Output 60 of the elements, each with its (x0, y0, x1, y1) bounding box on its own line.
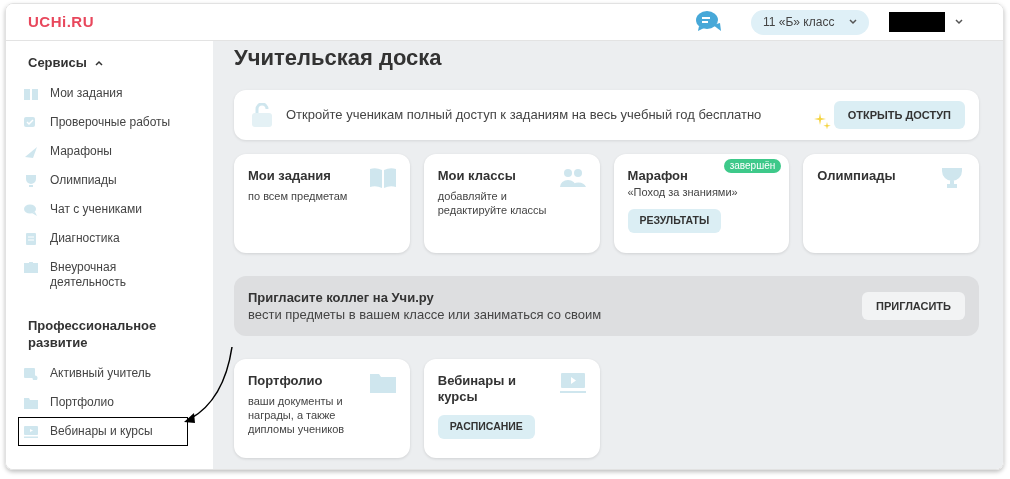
card[interactable]: завершён Марафон «Поход за знаниями» РЕЗУЛЬТАТЫ (613, 154, 790, 253)
sidebar-item[interactable]: Портфолио (18, 388, 188, 417)
sidebar-item-icon (24, 426, 38, 438)
sidebar-item-icon (24, 146, 38, 158)
sidebar-item[interactable]: Внеурочная деятельность (18, 253, 188, 297)
page-title: Учительская доска (234, 44, 443, 72)
video-icon (559, 373, 586, 393)
invite-button[interactable]: ПРИГЛАСИТЬ (862, 292, 965, 320)
card-title: Мои классы (437, 168, 517, 184)
trophy-icon (939, 168, 965, 188)
section-title: Профессиональное развитие (28, 317, 158, 351)
class-selector[interactable]: 11 «Б» класс (751, 9, 869, 35)
open-access-button[interactable]: ОТКРЫТЬ ДОСТУП (833, 101, 965, 129)
sidebar-item-icon (24, 368, 38, 380)
card-button[interactable]: РЕЗУЛЬТАТЫ (627, 209, 722, 233)
card-subtitle: «Поход за знаниями» (627, 185, 739, 199)
chevron-up-icon[interactable] (94, 59, 103, 66)
sidebar-item[interactable]: Диагностика (18, 224, 188, 253)
sidebar-item-icon (24, 397, 38, 409)
card[interactable]: Портфолио ваши документы и награды, а также дипломы учеников (234, 359, 410, 458)
promo-text: Откройте ученикам полный доступ к заданиям на весь учебный год бесплатно (286, 106, 762, 125)
sidebar-item[interactable]: Проверочные работы (18, 108, 188, 137)
sidebar-item[interactable]: Активный учитель (18, 359, 188, 388)
card-subtitle: ваши документы и награды, а также дипломы учеников (248, 394, 346, 436)
sidebar-item-icon (24, 233, 38, 245)
sidebar-item[interactable]: Марафоны (18, 137, 188, 166)
card-title: Вебинары и курсы (437, 373, 517, 405)
logo[interactable]: UCHi.RU (28, 10, 94, 34)
card-title: Олимпиады (817, 168, 897, 184)
card[interactable]: Олимпиады (803, 154, 979, 253)
card-subtitle: добавляйте и редактируйте классы (437, 189, 548, 217)
folder-icon (369, 373, 396, 393)
chat-icon[interactable] (695, 10, 723, 34)
sidebar-item[interactable]: Мои задания (18, 79, 188, 108)
chevron-down-icon[interactable] (955, 19, 963, 25)
sidebar-item-icon (24, 204, 38, 216)
card[interactable]: Вебинары и курсы РАСПИСАНИЕ (423, 359, 600, 458)
sidebar-item[interactable]: Олимпиады (18, 166, 188, 195)
sidebar-item-icon (24, 175, 38, 187)
sidebar-item-icon (24, 117, 38, 129)
people-icon (559, 168, 586, 188)
section-title: Сервисы (28, 54, 87, 71)
invite-title: Пригласите коллег на Учи.ру (248, 289, 435, 306)
card-button[interactable]: РАСПИСАНИЕ (437, 415, 535, 439)
chevron-down-icon (849, 19, 857, 25)
redacted-block (889, 12, 945, 32)
status-badge: завершён (723, 159, 782, 173)
sidebar-item[interactable]: Чат с учениками (18, 195, 188, 224)
card-title: Портфолио (248, 373, 324, 389)
lock-icon (252, 103, 272, 127)
book-icon (369, 168, 396, 188)
sidebar-item-icon (24, 88, 38, 100)
card-title: Мои задания (248, 168, 332, 184)
sidebar-item-icon (24, 262, 38, 274)
card-title: Марафон (627, 168, 689, 184)
sidebar-item[interactable]: Вебинары и курсы (18, 417, 188, 446)
card[interactable]: Мои задания по всем предметам (234, 154, 410, 253)
card-subtitle: по всем предметам (248, 189, 349, 203)
card[interactable]: Мои классы добавляйте и редактируйте классы (423, 154, 600, 253)
invite-text: вести предметы в вашем классе или заниматься со своим (248, 306, 602, 323)
